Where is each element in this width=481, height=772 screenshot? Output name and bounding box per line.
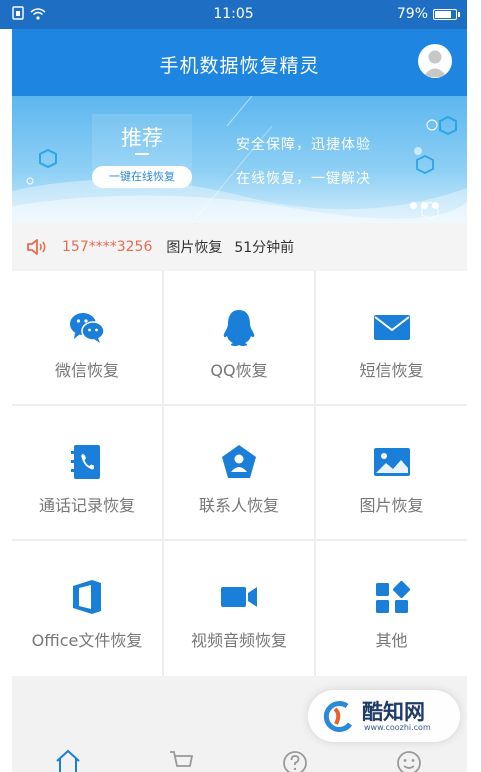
user-icon — [423, 50, 447, 77]
feature-label: QQ恢复 — [210, 361, 268, 380]
pagination-dot[interactable] — [421, 202, 428, 209]
tab-bar — [12, 746, 467, 772]
notice-time: 51分钟前 — [234, 240, 295, 256]
contacts-icon — [222, 445, 256, 478]
feature-qq[interactable]: QQ恢复 — [164, 271, 314, 404]
notice-phone: 157****3256 — [62, 239, 153, 255]
qq-icon — [223, 310, 255, 346]
watermark-url: www.coozhi.com — [364, 723, 431, 732]
office-icon — [73, 580, 101, 614]
watermark: 酷知网 www.coozhi.com — [308, 690, 460, 742]
help-icon[interactable] — [281, 748, 309, 772]
feature-other[interactable]: 其他 — [316, 541, 467, 676]
avatar[interactable] — [418, 44, 452, 78]
feature-label: 其他 — [375, 631, 408, 650]
feature-grid: 微信恢复 QQ恢复 短信恢复 通话记录恢复 联系人恢复 图片恢复 Office文… — [12, 271, 467, 676]
banner-decoration — [12, 96, 467, 223]
notice-type: 图片恢复 — [166, 240, 223, 256]
recommend-divider — [135, 153, 149, 155]
home-icon[interactable] — [54, 748, 82, 772]
feature-wechat[interactable]: 微信恢复 — [12, 271, 162, 404]
watermark-name: 酷知网 — [362, 700, 425, 724]
feature-label: 微信恢复 — [54, 361, 119, 380]
recommend-title: 推荐 — [121, 126, 163, 150]
feature-office[interactable]: Office文件恢复 — [12, 541, 162, 676]
video-icon — [221, 587, 257, 607]
feature-label: 通话记录恢复 — [38, 496, 135, 515]
call-log-icon — [71, 445, 100, 479]
sms-icon — [373, 315, 410, 340]
bottom-area: 酷知网 www.coozhi.com — [12, 676, 467, 772]
feature-video-audio[interactable]: 视频音频恢复 — [164, 541, 314, 676]
promo-banner[interactable]: 推荐 一键在线恢复 安全保障，迅捷体验 在线恢复，一键解决 — [12, 96, 467, 223]
cart-icon[interactable] — [167, 748, 195, 772]
feature-image[interactable]: 图片恢复 — [316, 406, 467, 539]
other-icon — [375, 580, 410, 613]
smile-icon[interactable] — [395, 748, 423, 772]
battery-icon — [433, 8, 460, 20]
banner-slogan-2: 在线恢复，一键解决 — [236, 171, 371, 187]
recent-activity-notice: 157****3256 图片恢复 51分钟前 — [12, 223, 467, 271]
coozhi-logo-icon — [323, 701, 353, 732]
banner-pagination — [410, 202, 439, 209]
feature-call-log[interactable]: 通话记录恢复 — [12, 406, 162, 539]
pagination-dot[interactable] — [432, 202, 439, 209]
feature-label: 视频音频恢复 — [190, 631, 287, 650]
feature-label: 短信恢复 — [359, 361, 424, 380]
feature-label: Office文件恢复 — [31, 631, 143, 650]
pagination-dot[interactable] — [410, 202, 417, 209]
speaker-icon — [27, 239, 46, 255]
wechat-icon — [70, 313, 105, 343]
battery-percent: 79% — [396, 6, 428, 22]
battery-level — [435, 10, 451, 18]
feature-label: 图片恢复 — [359, 496, 424, 515]
feature-contacts[interactable]: 联系人恢复 — [164, 406, 314, 539]
app-header: 手机数据恢复精灵 — [12, 29, 467, 96]
app-title: 手机数据恢复精灵 — [159, 55, 320, 77]
oneclick-restore-button[interactable]: 一键在线恢复 — [92, 166, 192, 188]
feature-label: 联系人恢复 — [198, 496, 279, 515]
status-bar: 11:05 79% — [0, 0, 467, 29]
image-icon — [373, 448, 410, 476]
banner-slogan-1: 安全保障，迅捷体验 — [236, 137, 371, 153]
feature-sms[interactable]: 短信恢复 — [316, 271, 467, 404]
